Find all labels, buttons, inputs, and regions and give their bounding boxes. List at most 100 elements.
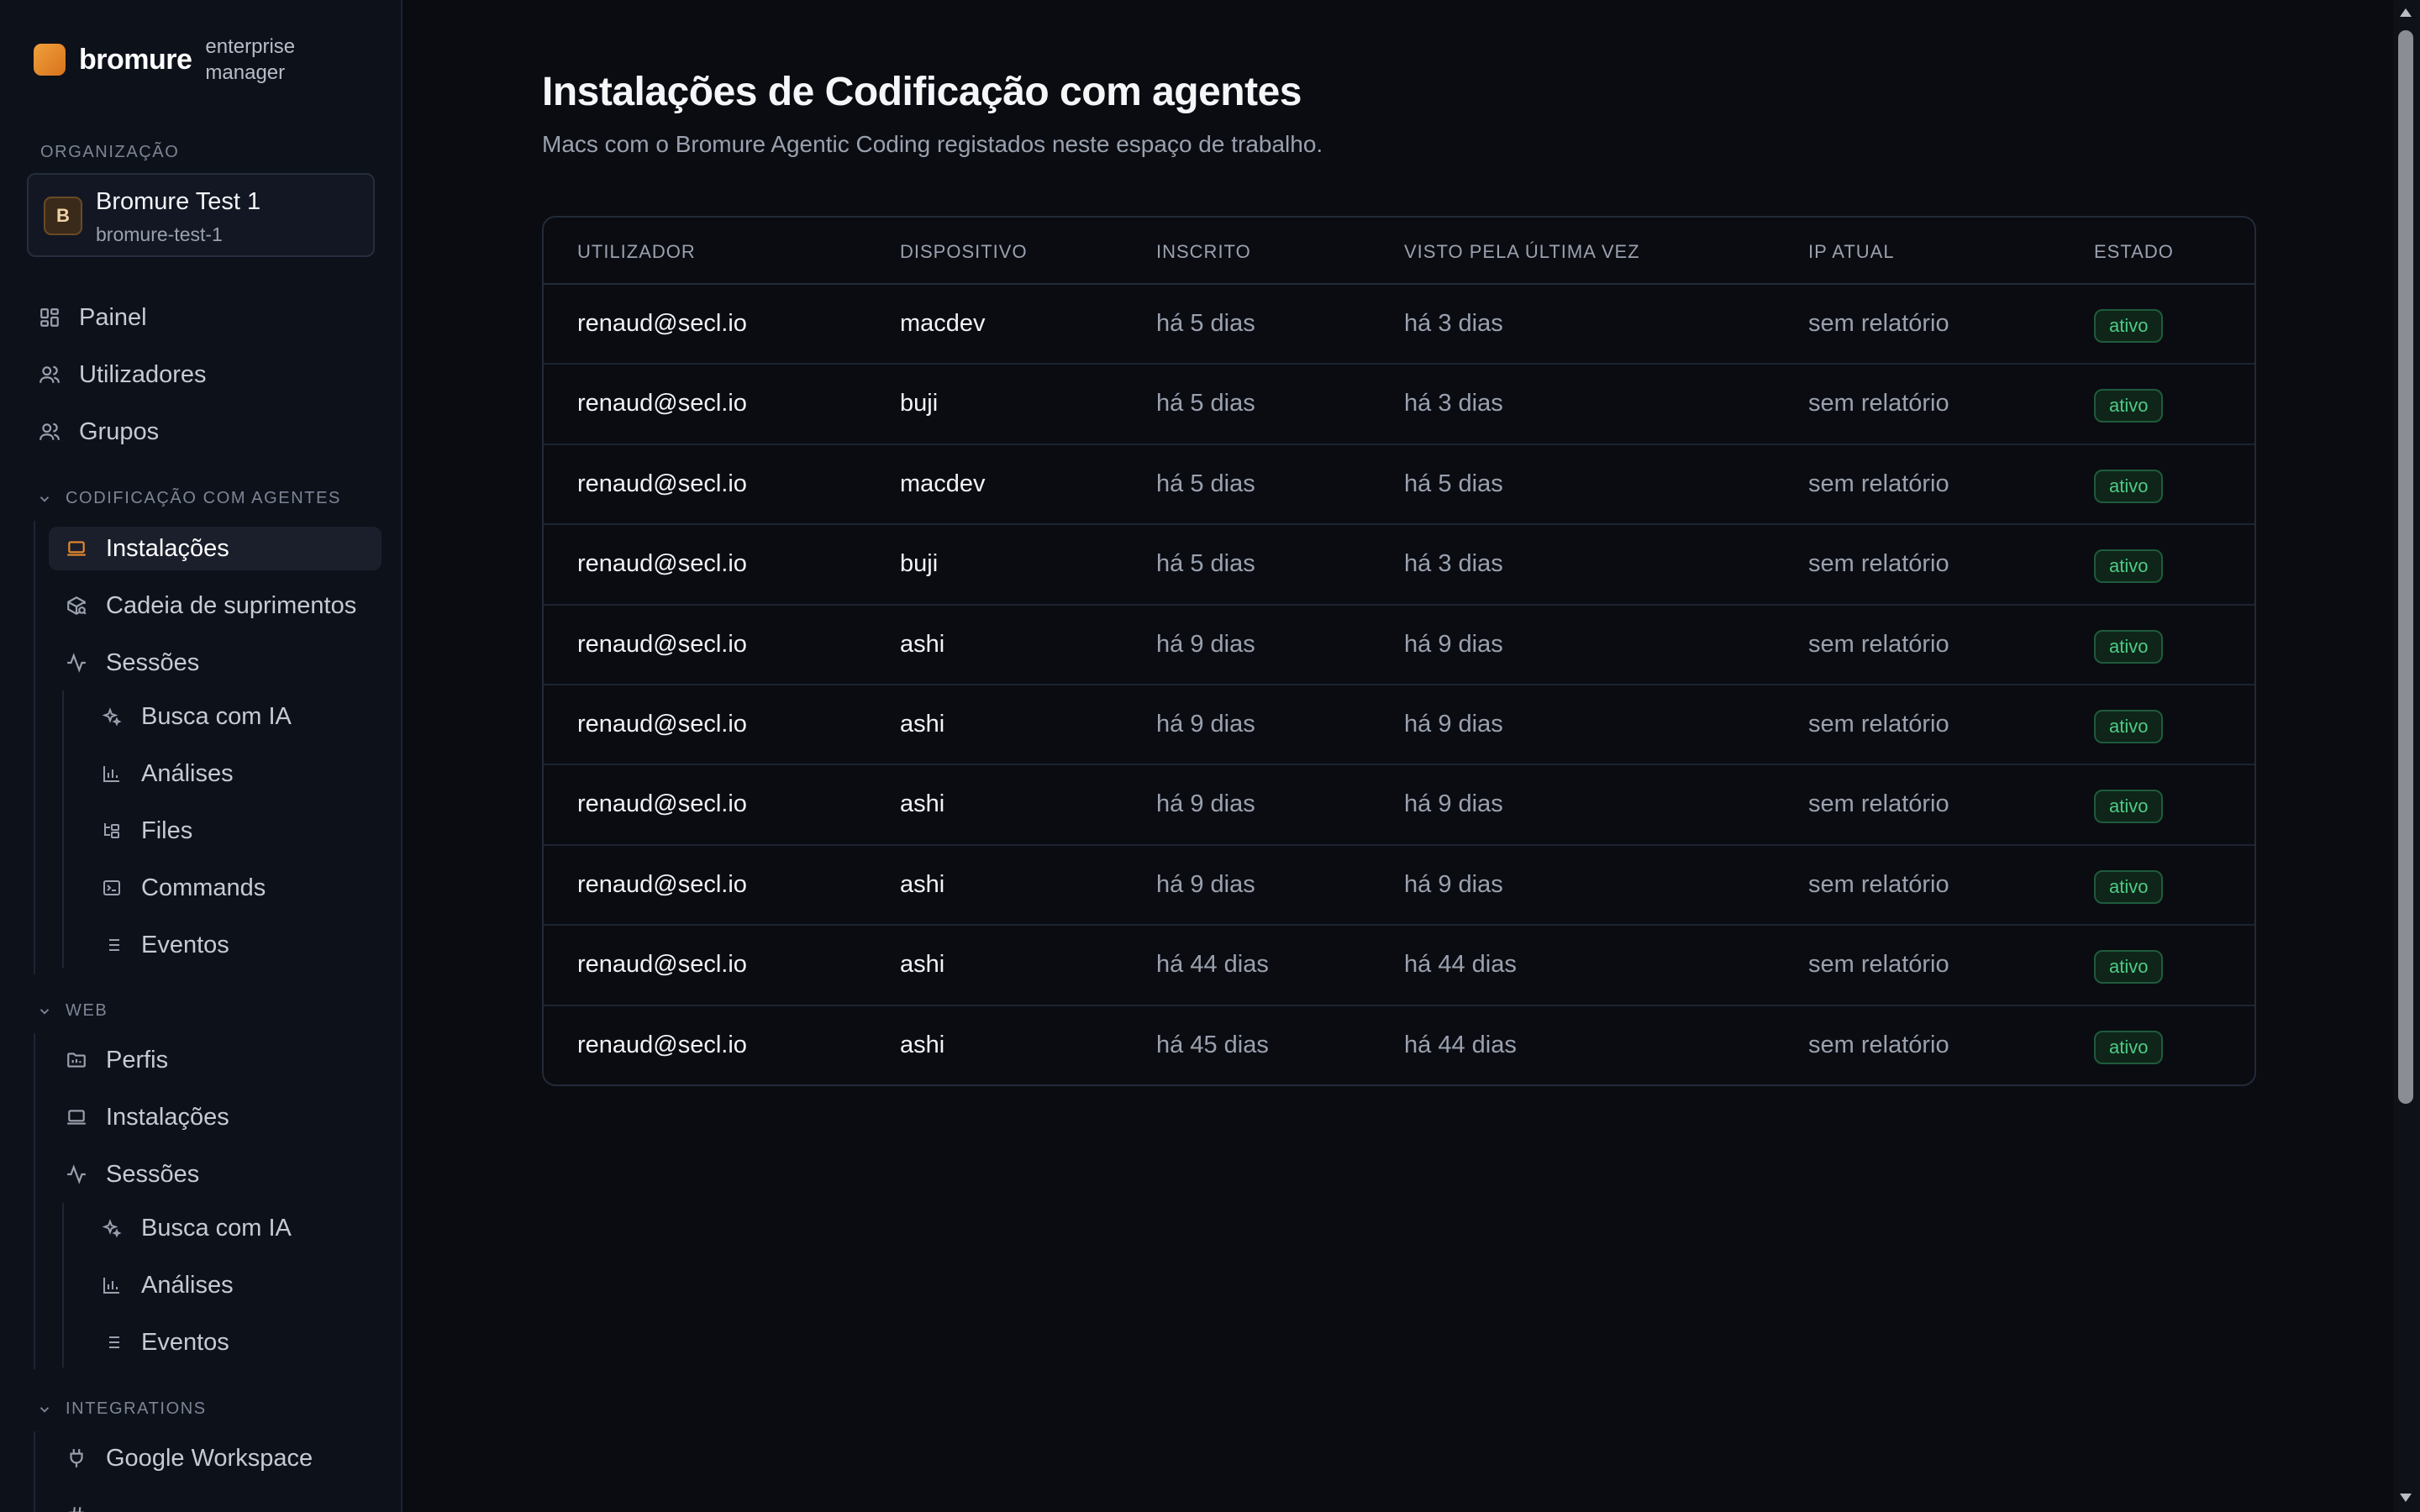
nav-web-instalacoes[interactable]: Instalações <box>64 1095 381 1139</box>
cell-inscrito: há 5 dias <box>1156 550 1255 578</box>
nav-coding-analises[interactable]: Análises <box>99 752 381 795</box>
brand[interactable]: bromure enterprise manager <box>34 34 314 86</box>
nav-coding-instalacoes-label: Instalações <box>106 534 229 562</box>
nav-painel[interactable]: Painel <box>37 296 381 339</box>
nav-coding-commands-label: Commands <box>141 874 266 901</box>
cell-dispositivo: ashi <box>900 790 945 818</box>
table-row[interactable]: renaud@secl.io ashi há 9 dias há 9 dias sem … <box>544 606 2254 685</box>
activity-icon <box>64 1162 89 1187</box>
status-badge: ativo <box>2094 549 2164 584</box>
web-group-toggle[interactable]: WEB <box>37 1001 108 1021</box>
coding-group-label: CODIFICAÇÃO COM AGENTES <box>66 489 341 507</box>
table-row[interactable]: renaud@secl.io buji há 5 dias há 3 dias sem … <box>544 365 2254 445</box>
nav-google-workspace[interactable]: Google Workspace <box>64 1436 381 1480</box>
cell-visto: há 44 dias <box>1404 1031 1517 1058</box>
table-row[interactable]: renaud@secl.io ashi há 9 dias há 9 dias sem … <box>544 685 2254 766</box>
status-badge: ativo <box>2094 309 2164 343</box>
integrations-group-label: INTEGRATIONS <box>66 1399 207 1418</box>
table-row[interactable]: renaud@secl.io macdev há 5 dias há 3 dias se… <box>544 285 2254 365</box>
nav-utilizadores[interactable]: Utilizadores <box>37 353 381 396</box>
hash-icon <box>64 1503 89 1512</box>
cell-utilizador: renaud@secl.io <box>577 310 747 337</box>
nav-web-perfis[interactable]: Perfis <box>64 1038 381 1082</box>
column-header-ip[interactable]: IP ATUAL <box>1808 241 1895 263</box>
nav-coding-eventos[interactable]: Eventos <box>99 923 381 967</box>
cell-ip: sem relatório <box>1808 790 1949 818</box>
nav-cadeia-suprimentos[interactable]: Cadeia de suprimentos <box>64 584 381 627</box>
table-row[interactable]: renaud@secl.io ashi há 9 dias há 9 dias sem … <box>544 846 2254 927</box>
cell-inscrito: há 5 dias <box>1156 470 1255 497</box>
nav-web-perfis-label: Perfis <box>106 1046 169 1074</box>
cell-inscrito: há 9 dias <box>1156 711 1255 738</box>
table-row[interactable]: renaud@secl.io ashi há 44 dias há 44 dias se… <box>544 926 2254 1006</box>
installations-table: UTILIZADOR DISPOSITIVO INSCRITO VISTO PE… <box>542 216 2256 1086</box>
cell-dispositivo: buji <box>900 550 939 578</box>
cell-dispositivo: ashi <box>900 1031 945 1058</box>
integrations-group-toggle[interactable]: INTEGRATIONS <box>37 1399 207 1419</box>
coding-sessions-guide <box>62 690 64 968</box>
status-badge: ativo <box>2094 950 2164 984</box>
cell-ip: sem relatório <box>1808 310 1949 337</box>
sidebar: bromure enterprise manager ORGANIZAÇÃO B… <box>0 0 402 1512</box>
table-row[interactable]: renaud@secl.io macdev há 5 dias há 5 dias se… <box>544 445 2254 526</box>
status-badge: ativo <box>2094 469 2164 503</box>
nav-web-eventos[interactable]: Eventos <box>99 1320 381 1364</box>
folder-icon <box>64 1047 89 1073</box>
cell-ip: sem relatório <box>1808 630 1949 658</box>
organization-section-label: ORGANIZAÇÃO <box>40 143 180 161</box>
nav-web-busca-ia[interactable]: Busca com IA <box>99 1206 381 1250</box>
brand-name: bromure <box>79 43 192 76</box>
scroll-up-icon[interactable] <box>2400 8 2412 17</box>
cell-dispositivo: ashi <box>900 711 945 738</box>
nav-grupos[interactable]: Grupos <box>37 410 381 454</box>
nav-grupos-label: Grupos <box>79 417 160 445</box>
column-header-dispositivo[interactable]: DISPOSITIVO <box>900 241 1028 263</box>
column-header-utilizador[interactable]: UTILIZADOR <box>577 241 696 263</box>
table-header: UTILIZADOR DISPOSITIVO INSCRITO VISTO PE… <box>544 218 2254 285</box>
scrollbar-thumb[interactable] <box>2398 30 2413 1104</box>
status-badge: ativo <box>2094 790 2164 824</box>
cell-inscrito: há 44 dias <box>1156 951 1269 979</box>
table-row[interactable]: renaud@secl.io buji há 5 dias há 3 dias sem … <box>544 525 2254 606</box>
nav-coding-commands[interactable]: Commands <box>99 866 381 910</box>
org-slug: bromure-test-1 <box>96 223 223 245</box>
nav-integration-partial[interactable] <box>64 1494 381 1512</box>
coding-group-guide <box>34 521 35 974</box>
cell-visto: há 9 dias <box>1404 630 1503 658</box>
column-header-inscrito[interactable]: INSCRITO <box>1156 241 1251 263</box>
nav-coding-busca-ia[interactable]: Busca com IA <box>99 695 381 738</box>
nav-coding-busca-label: Busca com IA <box>141 702 292 730</box>
cell-dispositivo: ashi <box>900 870 945 898</box>
organization-switcher[interactable]: B Bromure Test 1 bromure-test-1 <box>27 173 375 257</box>
scroll-down-icon[interactable] <box>2400 1494 2412 1502</box>
terminal-icon <box>99 875 124 900</box>
sparkles-icon <box>99 1215 124 1241</box>
cell-dispositivo: macdev <box>900 310 986 337</box>
column-header-visto[interactable]: VISTO PELA ÚLTIMA VEZ <box>1404 241 1640 263</box>
cell-ip: sem relatório <box>1808 870 1949 898</box>
cell-visto: há 9 dias <box>1404 711 1503 738</box>
cell-inscrito: há 9 dias <box>1156 790 1255 818</box>
nav-web-analises[interactable]: Análises <box>99 1263 381 1307</box>
table-row[interactable]: renaud@secl.io ashi há 9 dias há 9 dias sem … <box>544 765 2254 846</box>
integrations-group-guide <box>34 1431 35 1512</box>
nav-coding-eventos-label: Eventos <box>141 931 229 958</box>
web-sessions-guide <box>62 1203 64 1368</box>
nav-coding-instalacoes[interactable]: Instalações <box>49 527 381 570</box>
nav-web-analises-label: Análises <box>141 1271 234 1299</box>
nav-coding-sessoes-label: Sessões <box>106 648 200 676</box>
nav-web-sessoes[interactable]: Sessões <box>64 1152 381 1196</box>
cell-visto: há 3 dias <box>1404 310 1503 337</box>
nav-cadeia-label: Cadeia de suprimentos <box>106 591 357 619</box>
table-row[interactable]: renaud@secl.io ashi há 45 dias há 44 dias se… <box>544 1006 2254 1084</box>
coding-group-toggle[interactable]: CODIFICAÇÃO COM AGENTES <box>37 489 341 508</box>
cell-dispositivo: ashi <box>900 630 945 658</box>
nav-web-instalacoes-label: Instalações <box>106 1103 229 1131</box>
nav-coding-sessoes[interactable]: Sessões <box>64 641 381 685</box>
cell-visto: há 3 dias <box>1404 390 1503 417</box>
cell-visto: há 9 dias <box>1404 790 1503 818</box>
nav-coding-files[interactable]: Files <box>99 809 381 853</box>
cell-utilizador: renaud@secl.io <box>577 470 747 497</box>
users-icon <box>37 362 62 387</box>
column-header-estado[interactable]: ESTADO <box>2094 241 2174 263</box>
